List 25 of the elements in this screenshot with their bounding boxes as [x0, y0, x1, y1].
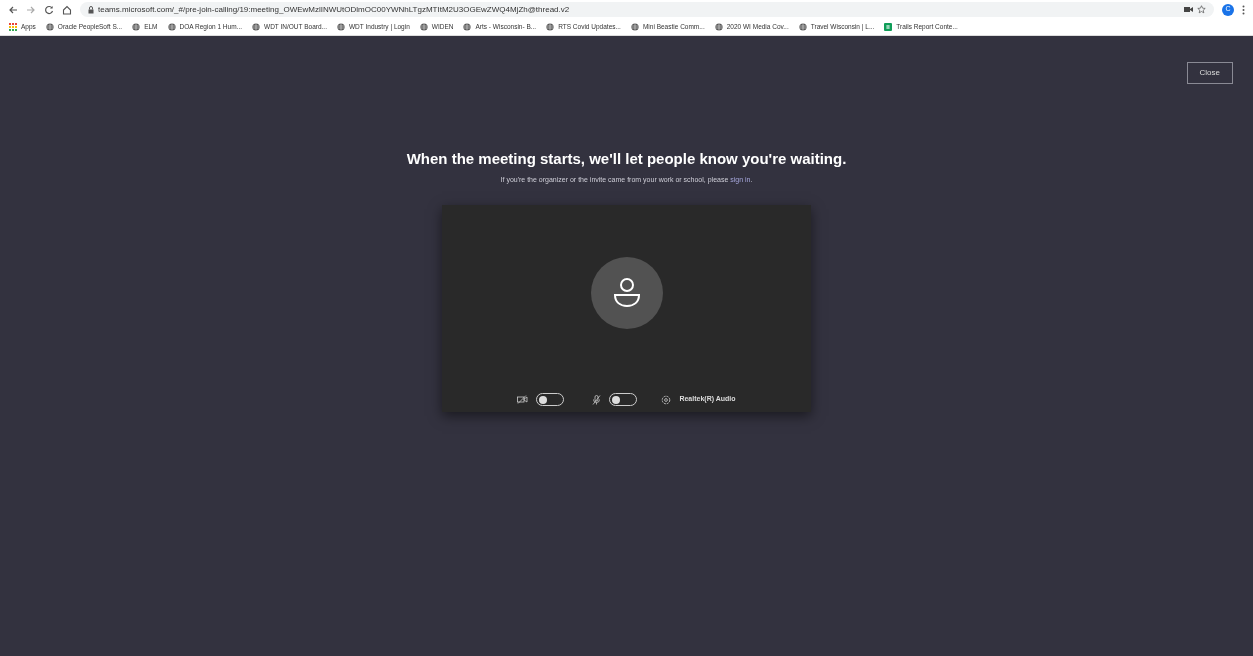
- spreadsheet-icon: [884, 23, 893, 31]
- globe-icon: [798, 23, 807, 31]
- lock-icon[interactable]: [88, 5, 94, 14]
- globe-icon: [252, 23, 260, 31]
- waiting-heading: When the meeting starts, we'll let people know you're waiting.: [405, 149, 848, 169]
- globe-icon: [546, 23, 555, 31]
- globe-icon: [463, 23, 472, 31]
- globe-icon: [630, 23, 639, 31]
- reload-icon[interactable]: [44, 4, 54, 15]
- globe-icon: [132, 23, 141, 31]
- apps-grid-icon: [9, 23, 17, 31]
- camera-icon[interactable]: [1184, 6, 1193, 13]
- star-icon[interactable]: [1197, 5, 1206, 14]
- microphone-off-icon: [592, 394, 602, 405]
- back-icon[interactable]: [8, 4, 18, 15]
- globe-icon: [167, 23, 176, 31]
- globe-icon: [337, 23, 345, 31]
- globe-icon: [714, 23, 723, 31]
- globe-icon: [45, 23, 54, 31]
- globe-icon: [419, 23, 428, 31]
- home-icon[interactable]: [62, 4, 72, 15]
- settings-icon[interactable]: [661, 394, 672, 405]
- close-button[interactable]: Close: [1186, 62, 1233, 84]
- menu-icon[interactable]: [1242, 4, 1245, 15]
- camera-off-icon: [517, 395, 529, 404]
